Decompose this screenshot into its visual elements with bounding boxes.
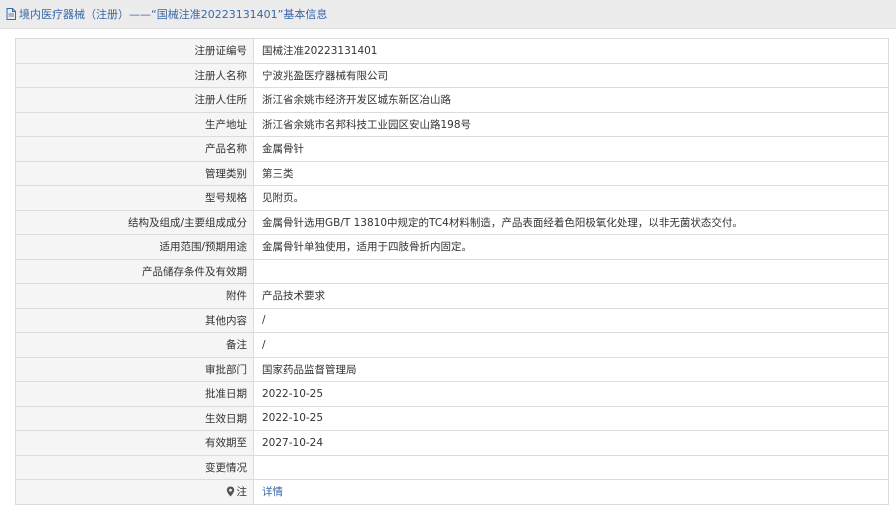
- row-label: 生产地址: [15, 111, 254, 137]
- row-label: 有效期至: [15, 430, 254, 456]
- table-row: 管理类别 第三类: [15, 160, 889, 186]
- row-label: 结构及组成/主要组成成分: [15, 209, 254, 235]
- map-pin-icon: [226, 486, 235, 497]
- table-row: 注册人住所 浙江省余姚市经济开发区城东新区冶山路: [15, 87, 889, 113]
- row-label: 其他内容: [15, 307, 254, 333]
- row-value: 2027-10-24: [253, 430, 889, 456]
- row-value: 国家药品监督管理局: [253, 356, 889, 382]
- row-value: [253, 454, 889, 480]
- table-row: 注册人名称 宁波兆盈医疗器械有限公司: [15, 62, 889, 88]
- table-row: 适用范围/预期用途 金属骨针单独使用，适用于四肢骨折内固定。: [15, 234, 889, 260]
- row-label: 生效日期: [15, 405, 254, 431]
- row-label: 管理类别: [15, 160, 254, 186]
- detail-table-container: 注册证编号 国械注准20223131401 注册人名称 宁波兆盈医疗器械有限公司…: [15, 38, 889, 505]
- row-value: 国械注准20223131401: [253, 38, 889, 64]
- row-label: 型号规格: [15, 185, 254, 211]
- table-row: 生产地址 浙江省余姚市名邦科技工业园区安山路198号: [15, 111, 889, 137]
- table-row: 生效日期 2022-10-25: [15, 405, 889, 431]
- row-value: 2022-10-25: [253, 405, 889, 431]
- note-label-text: 注: [236, 485, 248, 498]
- row-value: 2022-10-25: [253, 381, 889, 407]
- note-row: 注 详情: [15, 479, 889, 505]
- row-value: 浙江省余姚市经济开发区城东新区冶山路: [253, 87, 889, 113]
- table-row: 型号规格 见附页。: [15, 185, 889, 211]
- table-row: 批准日期 2022-10-25: [15, 381, 889, 407]
- row-value: /: [253, 307, 889, 333]
- row-value: 第三类: [253, 160, 889, 186]
- table-row: 产品储存条件及有效期: [15, 258, 889, 284]
- note-label: 注: [226, 484, 248, 499]
- table-row: 结构及组成/主要组成成分 金属骨针选用GB/T 13810中规定的TC4材料制造…: [15, 209, 889, 235]
- table-row: 变更情况: [15, 454, 889, 480]
- row-value: 浙江省余姚市名邦科技工业园区安山路198号: [253, 111, 889, 137]
- table-row: 注册证编号 国械注准20223131401: [15, 38, 889, 64]
- table-row: 产品名称 金属骨针: [15, 136, 889, 162]
- document-icon: [6, 8, 16, 20]
- row-label: 附件: [15, 283, 254, 309]
- row-value: 产品技术要求: [253, 283, 889, 309]
- table-row: 附件 产品技术要求: [15, 283, 889, 309]
- row-label: 产品名称: [15, 136, 254, 162]
- table-row: 其他内容 /: [15, 307, 889, 333]
- row-label: 注册人住所: [15, 87, 254, 113]
- row-label: 注册人名称: [15, 62, 254, 88]
- row-label: 适用范围/预期用途: [15, 234, 254, 260]
- row-label: 审批部门: [15, 356, 254, 382]
- page-title: 境内医疗器械（注册）——“国械注准20223131401”基本信息: [19, 8, 328, 21]
- page-header: 境内医疗器械（注册）——“国械注准20223131401”基本信息: [0, 0, 896, 29]
- details-link[interactable]: 详情: [262, 486, 283, 498]
- table-row: 备注 /: [15, 332, 889, 358]
- table-row: 审批部门 国家药品监督管理局: [15, 356, 889, 382]
- note-value-cell: 详情: [253, 479, 889, 505]
- table-row: 有效期至 2027-10-24: [15, 430, 889, 456]
- row-value: 金属骨针: [253, 136, 889, 162]
- note-label-cell: 注: [15, 479, 254, 505]
- row-label: 变更情况: [15, 454, 254, 480]
- row-value: 宁波兆盈医疗器械有限公司: [253, 62, 889, 88]
- row-value: [253, 258, 889, 284]
- row-label: 批准日期: [15, 381, 254, 407]
- row-value: /: [253, 332, 889, 358]
- detail-table: 注册证编号 国械注准20223131401 注册人名称 宁波兆盈医疗器械有限公司…: [15, 38, 889, 505]
- row-label: 备注: [15, 332, 254, 358]
- row-value: 金属骨针选用GB/T 13810中规定的TC4材料制造，产品表面经着色阳极氧化处…: [253, 209, 889, 235]
- row-value: 见附页。: [253, 185, 889, 211]
- row-value: 金属骨针单独使用，适用于四肢骨折内固定。: [253, 234, 889, 260]
- row-label: 注册证编号: [15, 38, 254, 64]
- row-label: 产品储存条件及有效期: [15, 258, 254, 284]
